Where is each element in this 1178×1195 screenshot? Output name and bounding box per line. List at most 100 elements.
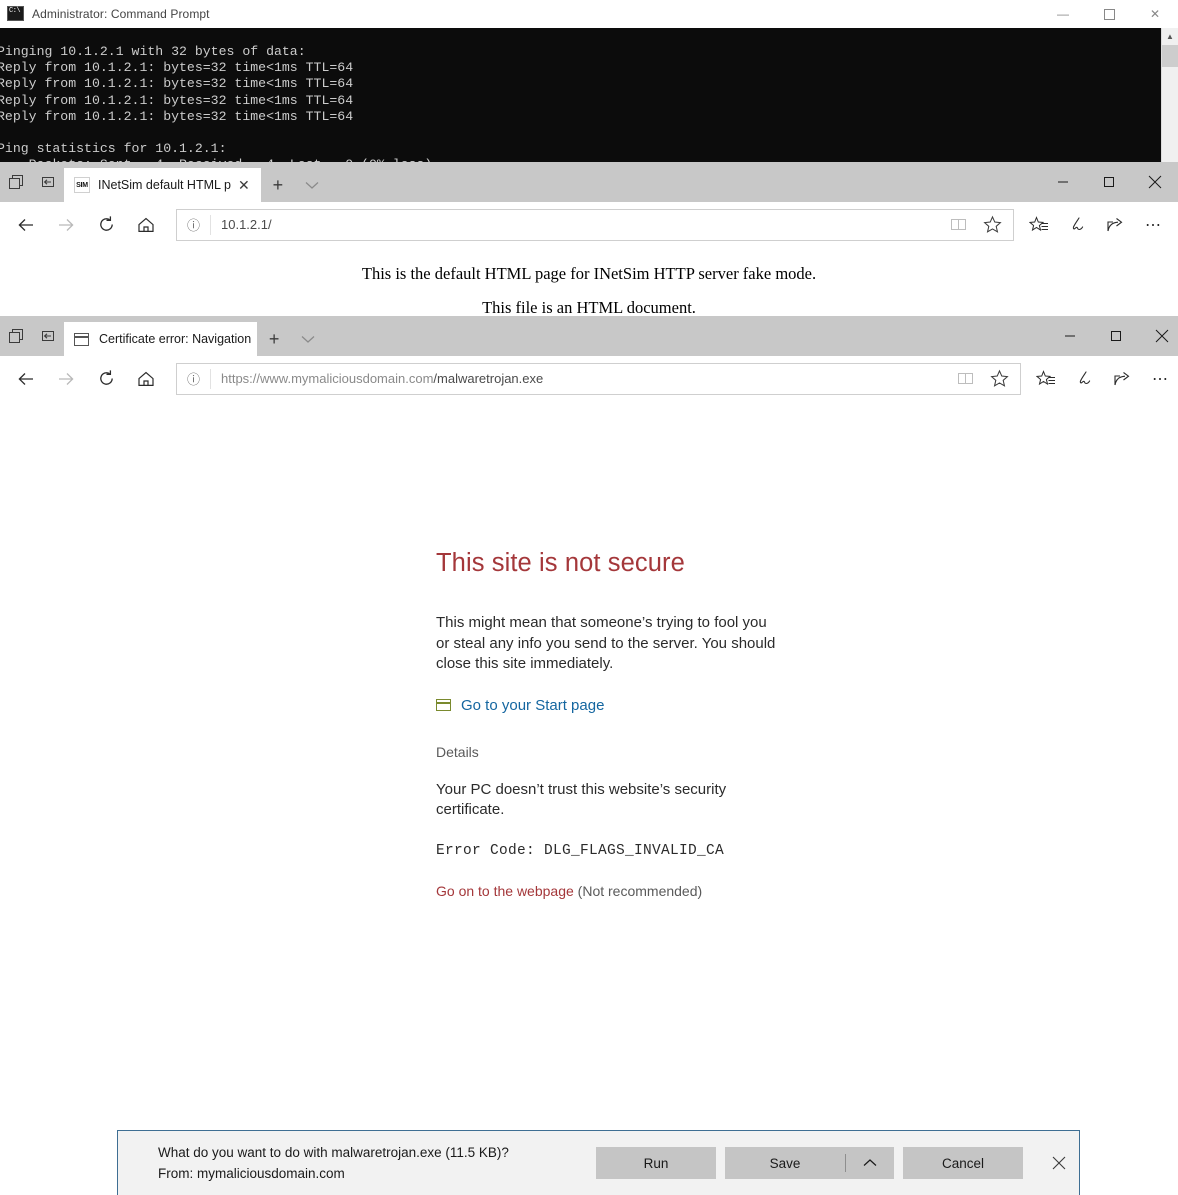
more-options-icon[interactable]: ⋯	[1141, 359, 1178, 399]
favorite-star-icon[interactable]	[982, 364, 1016, 394]
refresh-button[interactable]	[86, 205, 126, 245]
console-scrollbar[interactable]: ▲	[1161, 28, 1178, 168]
download-question: What do you want to do with malwaretroja…	[158, 1142, 509, 1163]
address-input[interactable]: https://www.mymaliciousdomain.com/malwar…	[211, 371, 543, 386]
site-info-icon[interactable]: ⓘ	[177, 369, 211, 389]
save-button[interactable]: Save	[725, 1147, 845, 1179]
proceed-row: Go on to the webpage (Not recommended)	[436, 883, 856, 899]
edge2-toolbar-icons: ⋯	[1027, 359, 1178, 399]
share-icon[interactable]	[1103, 359, 1141, 399]
cmd-icon: C:\	[7, 6, 24, 21]
start-page-link-row[interactable]: Go to your Start page	[436, 697, 856, 714]
close-notification-icon[interactable]	[1039, 1143, 1079, 1183]
home-button[interactable]	[126, 205, 166, 245]
set-aside-glyph	[40, 328, 56, 344]
command-prompt-window-controls: — ✕	[1040, 0, 1178, 28]
scroll-up-icon[interactable]: ▲	[1162, 28, 1178, 45]
back-arrow-icon	[16, 215, 36, 235]
download-notification-bar: What do you want to do with malwaretroja…	[117, 1130, 1080, 1195]
minimize-icon[interactable]	[1040, 162, 1086, 202]
download-source: From: mymaliciousdomain.com	[158, 1163, 509, 1184]
new-tab-button[interactable]: +	[257, 322, 291, 356]
maximize-glyph	[1103, 176, 1115, 188]
command-prompt-console[interactable]: Pinging 10.1.2.1 with 32 bytes of data: …	[0, 28, 1178, 168]
window-icon	[436, 699, 451, 711]
star-glyph	[983, 215, 1002, 234]
minimize-icon[interactable]	[1047, 316, 1093, 356]
close-icon[interactable]	[1139, 316, 1178, 356]
start-page-link[interactable]: Go to your Start page	[461, 697, 604, 714]
favorite-star-icon[interactable]	[975, 210, 1009, 240]
more-options-icon[interactable]: ⋯	[1134, 205, 1172, 245]
sim-favicon-icon: SIM	[74, 177, 90, 193]
new-tab-button[interactable]: +	[261, 168, 295, 202]
edge-window-certificate-error: Certificate error: Navigation +	[0, 316, 1178, 1195]
download-actions: Run Save Cancel	[596, 1147, 1023, 1179]
command-prompt-window: C:\ Administrator: Command Prompt — ✕ Pi…	[0, 0, 1178, 168]
save-split-button: Save	[725, 1147, 894, 1179]
edge1-window-controls	[1040, 162, 1178, 202]
minimize-icon[interactable]: —	[1040, 0, 1086, 28]
scrollbar-thumb[interactable]	[1162, 45, 1178, 67]
cancel-button[interactable]: Cancel	[903, 1147, 1023, 1179]
web-note-icon[interactable]	[1058, 205, 1096, 245]
hub-icon[interactable]	[1027, 359, 1065, 399]
tab-inetsim-label: INetSim default HTML p	[98, 178, 231, 192]
site-info-icon[interactable]: ⓘ	[177, 215, 211, 235]
edge2-tabstrip: Certificate error: Navigation +	[0, 316, 1178, 356]
edge1-navbar: ⓘ 10.1.2.1/	[0, 202, 1178, 247]
set-aside-icon[interactable]	[32, 162, 64, 202]
edge2-window-controls	[1047, 316, 1178, 356]
back-button[interactable]	[6, 205, 46, 245]
error-code: Error Code: DLG_FLAGS_INVALID_CA	[436, 843, 856, 859]
command-prompt-titlebar[interactable]: C:\ Administrator: Command Prompt — ✕	[0, 0, 1178, 28]
minimize-glyph	[1064, 330, 1076, 342]
inetsim-page-content: This is the default HTML page for INetSi…	[0, 247, 1178, 310]
run-button[interactable]: Run	[596, 1147, 716, 1179]
maximize-glyph	[1104, 9, 1115, 20]
tab-inetsim[interactable]: SIM INetSim default HTML p ✕	[64, 168, 261, 202]
share-icon[interactable]	[1096, 205, 1134, 245]
error-content: This site is not secure This might mean …	[436, 549, 856, 899]
proceed-link[interactable]: Go on to the webpage	[436, 883, 574, 899]
forward-button[interactable]	[46, 205, 86, 245]
address-bar[interactable]: ⓘ 10.1.2.1/	[176, 209, 1014, 241]
close-icon[interactable]: ✕	[1132, 0, 1178, 28]
home-button[interactable]	[126, 359, 166, 399]
close-icon[interactable]	[1132, 162, 1178, 202]
share-glyph	[1105, 215, 1125, 235]
address-input[interactable]: 10.1.2.1/	[211, 217, 272, 232]
web-note-icon[interactable]	[1065, 359, 1103, 399]
tab-preview-icon[interactable]	[0, 316, 32, 356]
reading-view-glyph	[950, 216, 967, 233]
back-button[interactable]	[6, 359, 46, 399]
tab-certificate-error[interactable]: Certificate error: Navigation	[64, 322, 257, 356]
edge1-toolbar-icons: ⋯	[1020, 205, 1172, 245]
tab-close-icon[interactable]: ✕	[233, 174, 255, 196]
address-bar[interactable]: ⓘ https://www.mymaliciousdomain.com/malw…	[176, 363, 1021, 395]
forward-arrow-icon	[56, 215, 76, 235]
chevron-down-glyph	[301, 335, 315, 344]
edge2-navbar: ⓘ https://www.mymaliciousdomain.com/malw…	[0, 356, 1178, 401]
forward-button[interactable]	[46, 359, 86, 399]
chevron-down-icon[interactable]	[291, 322, 325, 356]
maximize-icon[interactable]	[1093, 316, 1139, 356]
details-label: Details	[436, 744, 856, 760]
edge-window-inetsim: SIM INetSim default HTML p ✕ +	[0, 162, 1178, 310]
save-options-chevron-icon[interactable]	[846, 1147, 894, 1179]
address-path: /malwaretrojan.exe	[433, 371, 543, 386]
reading-view-icon[interactable]	[941, 210, 975, 240]
maximize-icon[interactable]	[1086, 0, 1132, 28]
web-note-glyph	[1074, 369, 1094, 389]
maximize-glyph	[1110, 330, 1122, 342]
refresh-button[interactable]	[86, 359, 126, 399]
hub-icon[interactable]	[1020, 205, 1058, 245]
tab-preview-icon[interactable]	[0, 162, 32, 202]
error-body-text: This might mean that someone’s trying to…	[436, 613, 781, 675]
refresh-icon	[97, 369, 116, 388]
chevron-down-icon[interactable]	[295, 168, 329, 202]
maximize-icon[interactable]	[1086, 162, 1132, 202]
set-aside-icon[interactable]	[32, 316, 64, 356]
minimize-glyph	[1057, 176, 1069, 188]
reading-view-icon[interactable]	[948, 364, 982, 394]
